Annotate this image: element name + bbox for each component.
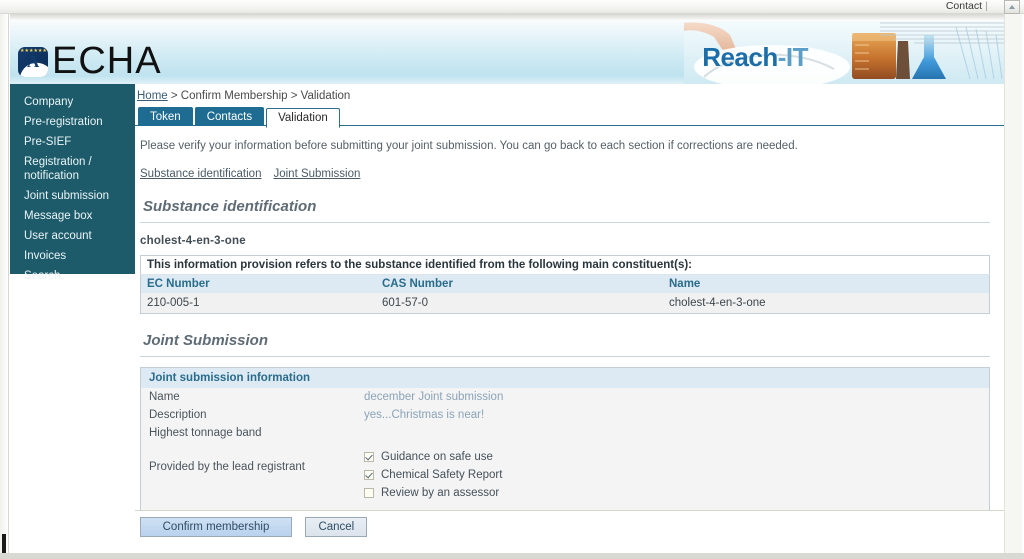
substance-identification-heading: Substance identification	[140, 198, 990, 223]
scroll-up-arrow-icon	[1009, 5, 1015, 9]
label-provided-by-lead-registrant: Provided by the lead registrant	[149, 461, 305, 473]
sidebar-item-registration-notification[interactable]: Registration / notification	[10, 152, 106, 186]
sidebar-navigation: Company Pre-registration Pre-SIEF Regist…	[10, 84, 135, 282]
column-header-name: Name	[663, 274, 990, 293]
echa-wordmark: ECHA	[52, 40, 162, 82]
application-window: Contact | ★★★★★★ A ECHA Reach-IT Company…	[0, 0, 1024, 559]
check-label-chemical-safety-report: Chemical Safety Report	[381, 469, 503, 481]
column-header-cas-number: CAS Number	[376, 274, 663, 293]
form-actions: Confirm membership Cancel	[135, 510, 1004, 537]
check-label-review-by-an-assessor: Review by an assessor	[381, 487, 500, 499]
joint-submission-panel: Joint submission information Name decemb…	[140, 367, 990, 511]
label-description: Description	[149, 409, 207, 421]
vertical-scrollbar-left[interactable]	[0, 14, 9, 559]
page-content: ★★★★★★ A ECHA Reach-IT Company Pre-regis…	[10, 14, 1004, 559]
instruction-text: Please verify your information before su…	[140, 140, 798, 152]
value-description: yes...Christmas is near!	[364, 409, 485, 421]
anchor-joint-submission[interactable]: Joint Submission	[273, 168, 360, 180]
breadcrumb-confirm-membership: Confirm Membership	[180, 90, 288, 102]
cell-name: cholest-4-en-3-one	[663, 293, 990, 314]
breadcrumb: Home > Confirm Membership > Validation	[135, 84, 1004, 107]
column-header-ec-number: EC Number	[140, 274, 376, 293]
tab-contacts[interactable]: Contacts	[194, 107, 265, 126]
substance-constituents-table: This information provision refers to the…	[140, 255, 990, 314]
browser-top-bar	[0, 0, 1024, 14]
label-name: Name	[149, 391, 180, 403]
checkbox-checked-icon[interactable]	[364, 470, 374, 480]
substance-name: cholest-4-en-3-one	[140, 235, 246, 247]
confirm-membership-button[interactable]: Confirm membership	[140, 517, 292, 537]
product-name-main: Reach	[702, 42, 778, 72]
joint-submission-row-description: Description yes...Christmas is near!	[141, 406, 989, 424]
sidebar-item-invoices[interactable]: Invoices	[10, 246, 135, 266]
product-name-suffix: -IT	[777, 42, 809, 72]
breadcrumb-sep-2: >	[287, 90, 301, 102]
cell-cas-number: 601-57-0	[376, 293, 663, 314]
vertical-scrollbar-right[interactable]	[1004, 14, 1022, 559]
table-caption-row: This information provision refers to the…	[140, 255, 990, 275]
logo-letter-glyph: A	[27, 51, 40, 71]
echa-logo[interactable]: ★★★★★★ A ECHA	[18, 40, 162, 83]
tab-bar: Token Contacts Validation	[135, 107, 1004, 128]
anchor-substance-identification[interactable]: Substance identification	[140, 168, 261, 180]
table-caption: This information provision refers to the…	[140, 255, 990, 275]
label-highest-tonnage-band: Highest tonnage band	[149, 427, 262, 439]
joint-submission-panel-title: Joint submission information	[141, 367, 989, 388]
sidebar-item-company[interactable]: Company	[10, 92, 135, 112]
checkbox-unchecked-icon[interactable]	[364, 488, 374, 498]
site-banner: ★★★★★★ A ECHA Reach-IT	[10, 14, 1004, 84]
banner-top-line	[10, 14, 1004, 21]
joint-submission-heading: Joint Submission	[140, 332, 990, 357]
cell-ec-number: 210-005-1	[140, 293, 376, 314]
tab-token[interactable]: Token	[138, 107, 193, 126]
joint-submission-row-name: Name december Joint submission	[141, 388, 989, 406]
sidebar-item-joint-submission[interactable]: Joint submission	[10, 186, 135, 206]
sidebar-item-search[interactable]: Search	[10, 266, 135, 286]
window-bottom-strip	[0, 553, 1024, 559]
table-header-row: EC Number CAS Number Name	[140, 274, 990, 293]
sidebar-item-user-account[interactable]: User account	[10, 226, 135, 246]
table-row: 210-005-1 601-57-0 cholest-4-en-3-one	[140, 293, 990, 314]
breadcrumb-sep-1: >	[167, 90, 181, 102]
breadcrumb-home-link[interactable]: Home	[137, 90, 168, 102]
check-item-review-by-an-assessor[interactable]: Review by an assessor	[364, 484, 502, 502]
main-content: Home > Confirm Membership > Validation T…	[135, 84, 1004, 543]
sidebar-item-pre-registration[interactable]: Pre-registration	[10, 112, 135, 132]
section-anchor-links: Substance identification Joint Submission	[135, 152, 1004, 180]
echa-logo-mark-icon: ★★★★★★ A	[18, 46, 48, 77]
joint-submission-row-provided: Provided by the lead registrant Guidance…	[141, 442, 989, 510]
check-item-guidance-on-safe-use[interactable]: Guidance on safe use	[364, 448, 502, 466]
provided-items-list: Guidance on safe use Chemical Safety Rep…	[364, 448, 502, 502]
joint-submission-row-tonnage: Highest tonnage band	[141, 424, 989, 442]
product-wordmark: Reach-IT	[702, 42, 808, 73]
breadcrumb-validation: Validation	[300, 90, 351, 102]
checkbox-checked-icon[interactable]	[364, 452, 374, 462]
scroll-up-button[interactable]	[1004, 0, 1020, 14]
contact-link[interactable]: Contact	[946, 0, 982, 13]
check-label-guidance-on-safe-use: Guidance on safe use	[381, 451, 493, 463]
check-item-chemical-safety-report[interactable]: Chemical Safety Report	[364, 466, 502, 484]
sidebar-item-pre-sief[interactable]: Pre-SIEF	[10, 132, 135, 152]
value-name: december Joint submission	[364, 391, 504, 403]
tab-validation[interactable]: Validation	[266, 108, 340, 128]
sidebar-item-message-box[interactable]: Message box	[10, 206, 135, 226]
contact-separator: |	[985, 0, 988, 12]
cancel-button[interactable]: Cancel	[305, 517, 368, 537]
page-body: Company Pre-registration Pre-SIEF Regist…	[10, 84, 1004, 543]
